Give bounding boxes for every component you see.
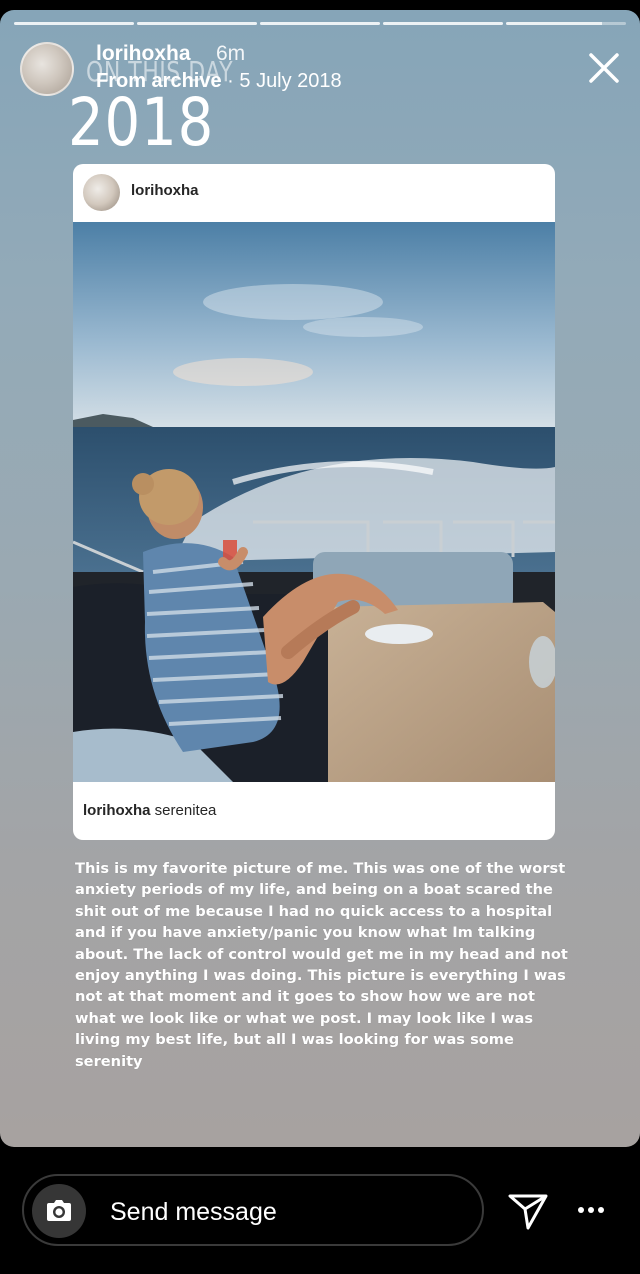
camera-icon[interactable]	[32, 1184, 86, 1238]
progress-segment-active	[506, 22, 626, 25]
story-text: This is my favorite picture of me. This …	[75, 860, 568, 1070]
archive-info: From archive · 5 July 2018	[96, 70, 342, 93]
message-placeholder: Send message	[110, 1198, 277, 1226]
story-username[interactable]: lorihoxha	[96, 42, 191, 66]
archive-date: · 5 July 2018	[221, 70, 342, 92]
story-time: 6m	[216, 42, 246, 65]
story-progress	[14, 22, 626, 25]
post-caption: lorihoxha serenitea	[83, 802, 216, 819]
close-icon[interactable]	[586, 50, 622, 86]
caption-text: serenitea	[150, 802, 217, 819]
progress-segment	[137, 22, 257, 25]
story-frame[interactable]: ON THIS DAY 2018 lorihoxha 6m From archi…	[0, 10, 640, 1147]
profile-avatar[interactable]	[20, 42, 74, 96]
year-label: 2018	[68, 84, 215, 161]
post-photo	[73, 222, 555, 782]
progress-segment	[383, 22, 503, 25]
post-username[interactable]: lorihoxha	[131, 182, 199, 199]
shared-post-card[interactable]: lorihoxha lorihoxha serenitea	[73, 164, 555, 840]
progress-segment	[14, 22, 134, 25]
more-dots-icon[interactable]	[574, 1192, 608, 1228]
archive-label: From archive	[96, 70, 222, 92]
paper-plane-icon[interactable]	[507, 1190, 549, 1232]
progress-segment	[260, 22, 380, 25]
post-avatar[interactable]	[83, 174, 120, 211]
send-message-input[interactable]: Send message	[22, 1174, 484, 1246]
caption-username[interactable]: lorihoxha	[83, 802, 151, 819]
